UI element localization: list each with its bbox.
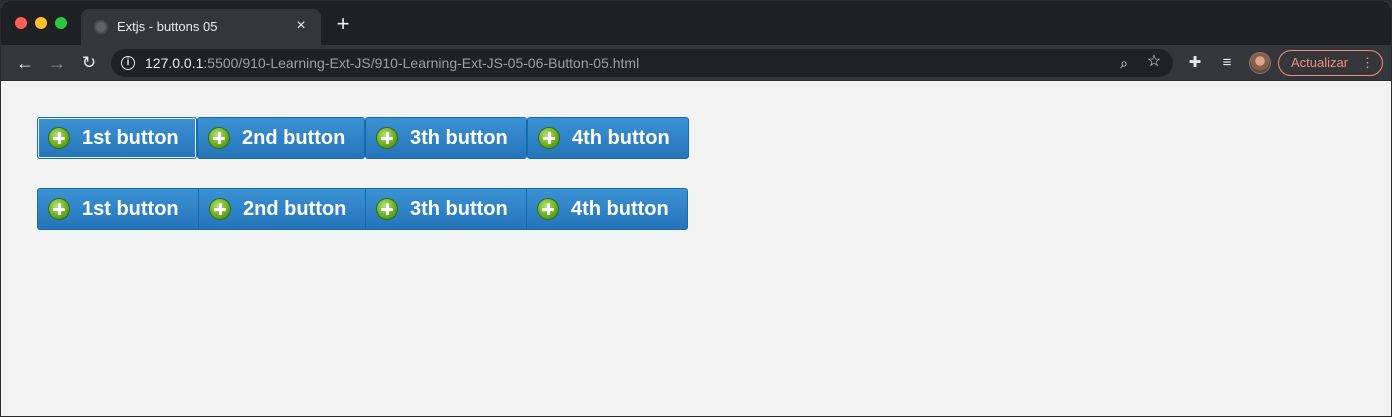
- minimize-window-button[interactable]: [35, 17, 47, 29]
- fourth-button[interactable]: 4th button: [526, 188, 688, 230]
- back-arrow-icon[interactable]: ←: [13, 51, 37, 75]
- info-icon[interactable]: i: [121, 56, 135, 70]
- second-button[interactable]: 2nd button: [198, 188, 365, 230]
- url-text[interactable]: 127.0.0.1:5500/910-Learning-Ext-JS/910-L…: [145, 55, 639, 71]
- button-label: 3th button: [410, 197, 508, 220]
- add-circle-icon: [48, 198, 70, 220]
- third-button[interactable]: 3th button: [365, 188, 526, 230]
- button-label: 3th button: [410, 126, 508, 149]
- maximize-window-button[interactable]: [55, 17, 67, 29]
- forward-arrow-icon[interactable]: →: [45, 51, 69, 75]
- tab-active[interactable]: Extjs - buttons 05 ×: [81, 9, 321, 45]
- add-circle-icon: [376, 127, 398, 149]
- bookmark-star-icon[interactable]: ☆: [1145, 53, 1163, 71]
- add-circle-icon: [208, 127, 230, 149]
- close-window-button[interactable]: [15, 17, 27, 29]
- button-label: 4th button: [571, 197, 669, 220]
- add-circle-icon: [537, 198, 559, 220]
- address-bar[interactable]: i 127.0.0.1:5500/910-Learning-Ext-JS/910…: [111, 49, 1173, 77]
- add-circle-icon: [209, 198, 231, 220]
- tab-close-icon[interactable]: ×: [291, 16, 311, 36]
- button-label: 2nd button: [242, 126, 346, 149]
- browser-window: Extjs - buttons 05 × + ← → ↻ i 127.0.0.1…: [1, 1, 1391, 416]
- update-label: Actualizar: [1291, 55, 1349, 70]
- update-button[interactable]: Actualizar ⋮: [1278, 50, 1383, 76]
- add-circle-icon: [376, 198, 398, 220]
- media-controls-icon[interactable]: ≡: [1217, 53, 1237, 73]
- new-tab-button[interactable]: +: [333, 13, 353, 35]
- tab-strip: Extjs - buttons 05 × +: [1, 1, 1391, 45]
- menu-dots-icon: ⋮: [1361, 55, 1374, 70]
- button-row-separate: 1st button 2nd button 3th button 4th but…: [37, 117, 689, 159]
- button-label: 1st button: [82, 126, 179, 149]
- button-label: 2nd button: [243, 197, 347, 220]
- third-button[interactable]: 3th button: [365, 117, 527, 159]
- profile-avatar[interactable]: [1249, 52, 1271, 74]
- browser-toolbar: ← → ↻ i 127.0.0.1:5500/910-Learning-Ext-…: [1, 45, 1391, 81]
- button-label: 4th button: [572, 126, 670, 149]
- globe-icon: [94, 20, 108, 34]
- url-path: :5500/910-Learning-Ext-JS/910-Learning-E…: [203, 55, 640, 71]
- add-circle-icon: [538, 127, 560, 149]
- first-button[interactable]: 1st button: [37, 117, 197, 159]
- zoom-icon[interactable]: ⌕: [1115, 54, 1133, 72]
- reload-icon[interactable]: ↻: [77, 51, 101, 75]
- button-row-grouped: 1st button 2nd button 3th button 4th but…: [37, 188, 688, 230]
- fourth-button[interactable]: 4th button: [527, 117, 689, 159]
- button-label: 1st button: [82, 197, 179, 220]
- page-content: 1st button 2nd button 3th button 4th but…: [1, 81, 1391, 416]
- tab-title: Extjs - buttons 05: [117, 19, 218, 34]
- url-host: 127.0.0.1: [145, 55, 204, 71]
- add-circle-icon: [48, 127, 70, 149]
- extensions-icon[interactable]: ✚: [1185, 53, 1205, 73]
- first-button[interactable]: 1st button: [37, 188, 198, 230]
- second-button[interactable]: 2nd button: [197, 117, 365, 159]
